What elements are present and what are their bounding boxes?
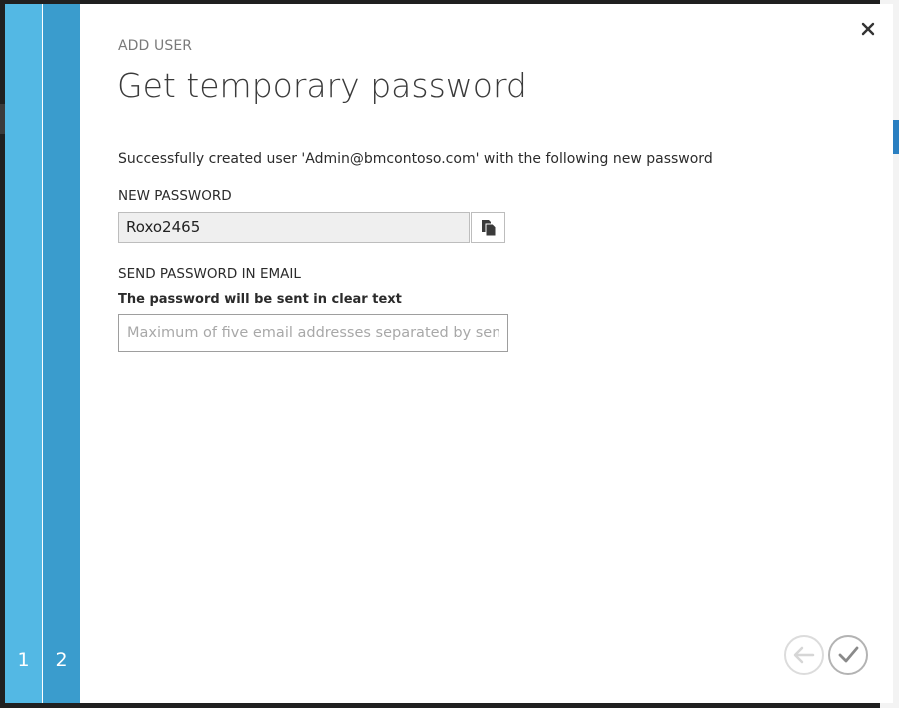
email-addresses-input[interactable] <box>118 314 508 352</box>
wizard-step-1[interactable]: 1 <box>5 4 42 703</box>
checkmark-icon <box>838 646 859 663</box>
add-user-dialog: 1 2 ADD USER Get temporary password Succ… <box>5 4 893 703</box>
page-title: Get temporary password <box>117 66 527 105</box>
wizard-step-1-number: 1 <box>17 649 30 671</box>
back-arrow-icon <box>793 646 815 664</box>
new-password-label: NEW PASSWORD <box>118 188 232 204</box>
copy-password-button[interactable] <box>471 212 505 243</box>
complete-button[interactable] <box>828 635 868 675</box>
new-password-field[interactable]: Roxo2465 <box>118 212 470 243</box>
success-message: Successfully created user 'Admin@bmconto… <box>118 151 713 167</box>
close-icon[interactable] <box>857 18 879 40</box>
wizard-step-2[interactable]: 2 <box>43 4 80 703</box>
send-password-email-label: SEND PASSWORD IN EMAIL <box>118 266 301 282</box>
back-button[interactable] <box>784 635 824 675</box>
wizard-step-2-number: 2 <box>55 649 68 671</box>
clear-text-warning: The password will be sent in clear text <box>118 292 402 307</box>
copy-icon <box>482 220 497 237</box>
dialog-eyebrow: ADD USER <box>118 38 193 54</box>
